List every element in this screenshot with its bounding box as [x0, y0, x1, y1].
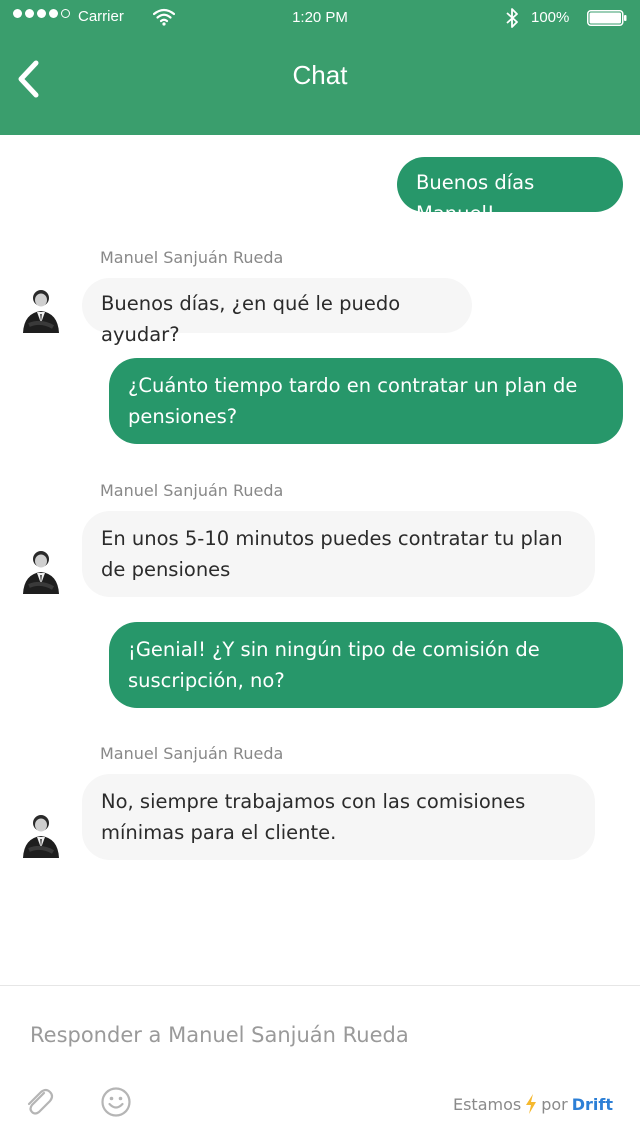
status-bar: Carrier 1:20 PM 100%: [0, 0, 640, 36]
agent-avatar: [23, 551, 59, 594]
battery-icon: [587, 10, 627, 26]
message-text: Buenos días, ¿en qué le puedo ayudar?: [101, 292, 401, 346]
message-text: En unos 5-10 minutos puedes contratar tu…: [101, 527, 563, 581]
incoming-message: Buenos días, ¿en qué le puedo ayudar?: [82, 278, 472, 346]
message-text: Buenos días Manuel!: [416, 171, 535, 225]
outgoing-message: ¡Genial! ¿Y sin ningún tipo de comisión …: [109, 622, 623, 708]
message-text: No, siempre trabajamos con las comisione…: [101, 790, 526, 844]
agent-avatar: [23, 290, 59, 333]
sender-name: Manuel Sanjuán Rueda: [100, 744, 284, 763]
emoji-button[interactable]: [100, 1086, 132, 1118]
battery-percentage: 100%: [531, 9, 570, 26]
branding-name: Drift: [571, 1094, 613, 1114]
agent-avatar: [23, 815, 59, 858]
sender-name: Manuel Sanjuán Rueda: [100, 248, 284, 267]
incoming-message: No, siempre trabajamos con las comisione…: [82, 774, 595, 860]
bluetooth-icon: [506, 8, 518, 28]
reply-composer: Estamos por Drift: [0, 985, 640, 1138]
smiley-icon: [101, 1087, 131, 1117]
message-text: ¡Genial! ¿Y sin ningún tipo de comisión …: [128, 638, 540, 692]
sender-name: Manuel Sanjuán Rueda: [100, 481, 284, 500]
drift-branding[interactable]: Estamos por Drift: [453, 1094, 613, 1114]
paperclip-icon: [27, 1088, 54, 1115]
attach-button[interactable]: [22, 1084, 56, 1118]
page-title: Chat: [292, 60, 348, 90]
branding-by: por: [541, 1094, 568, 1114]
lightning-icon: [526, 1094, 537, 1114]
outgoing-message: Buenos días Manuel!: [397, 157, 623, 225]
reply-input[interactable]: [28, 1016, 612, 1054]
outgoing-message: ¿Cuánto tiempo tardo en contratar un pla…: [109, 358, 623, 444]
top-bar: Carrier 1:20 PM 100% Chat: [0, 0, 640, 135]
chat-screen: Carrier 1:20 PM 100% Chat Buenos días Ma…: [0, 0, 640, 1138]
message-text: ¿Cuánto tiempo tardo en contratar un pla…: [128, 374, 578, 428]
incoming-message: En unos 5-10 minutos puedes contratar tu…: [82, 511, 595, 597]
branding-prefix: Estamos: [452, 1094, 522, 1114]
